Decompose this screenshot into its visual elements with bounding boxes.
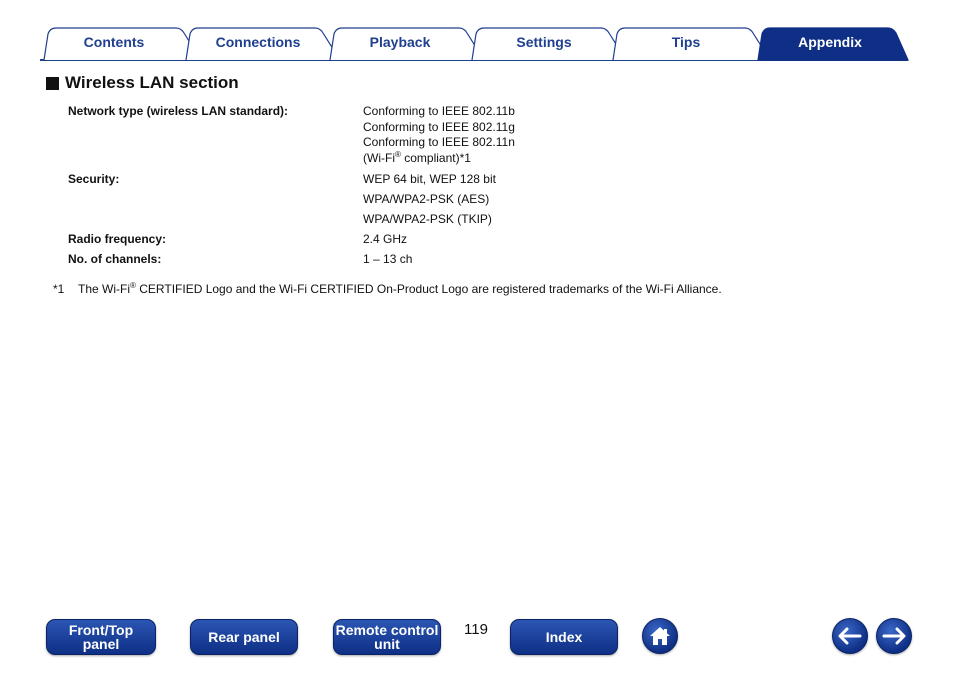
arrow-left-icon	[838, 627, 862, 645]
tab-playback[interactable]: Playback	[348, 33, 452, 51]
page-number: 119	[464, 621, 488, 638]
home-icon	[650, 627, 670, 645]
wifi-suffix: compliant)	[400, 151, 460, 165]
wifi-prefix: (Wi-Fi	[363, 151, 395, 165]
home-button[interactable]	[642, 618, 678, 654]
footnote-ref: *1	[459, 151, 471, 165]
forward-button[interactable]	[876, 618, 912, 654]
rear-panel-button[interactable]: Rear panel	[190, 619, 298, 655]
spec-value: WEP 64 bit, WEP 128 bit	[363, 172, 496, 186]
footnote: *1 The Wi-Fi® CERTIFIED Logo and the Wi-F…	[53, 282, 722, 297]
spec-value: WPA/WPA2-PSK (TKIP)	[363, 212, 492, 226]
remote-control-unit-button[interactable]: Remote control unit	[333, 619, 441, 655]
button-label-line1: Remote control	[335, 622, 439, 638]
tab-contents[interactable]: Contents	[64, 33, 164, 51]
spec-value: Conforming to IEEE 802.11g	[363, 120, 515, 134]
spec-value: Conforming to IEEE 802.11b	[363, 104, 515, 118]
tab-appendix[interactable]: Appendix	[780, 33, 880, 51]
section-heading: Wireless LAN section	[46, 73, 239, 93]
footnote-mark: *1	[53, 282, 65, 296]
spec-value: 2.4 GHz	[363, 232, 408, 246]
button-label-line2: panel	[82, 636, 120, 652]
tab-connections[interactable]: Connections	[202, 33, 314, 51]
front-top-panel-button[interactable]: Front/Top panel	[46, 619, 156, 655]
button-label-line2: unit	[374, 636, 400, 652]
section-title: Wireless LAN section	[65, 73, 239, 92]
spec-value: WPA/WPA2-PSK (AES)	[363, 192, 490, 206]
tab-settings[interactable]: Settings	[492, 33, 596, 51]
index-button[interactable]: Index	[510, 619, 618, 655]
footnote-prefix: The Wi-Fi	[78, 282, 130, 296]
top-tab-bar: Contents Connections Playback Settings T…	[0, 0, 954, 64]
spec-label-radio-frequency: Radio frequency:	[68, 232, 167, 246]
spec-value: 1 – 13 ch	[363, 252, 413, 266]
tab-tips[interactable]: Tips	[636, 33, 736, 51]
square-bullet-icon	[46, 76, 59, 90]
back-button[interactable]	[832, 618, 868, 654]
tab-shapes	[40, 27, 909, 61]
spec-value: Conforming to IEEE 802.11n	[363, 135, 515, 149]
button-label: Index	[545, 629, 583, 645]
footnote-text: CERTIFIED Logo and the Wi-Fi CERTIFIED O…	[135, 282, 722, 296]
button-label: Rear panel	[208, 629, 280, 645]
button-label-line1: Front/Top	[68, 622, 134, 638]
spec-label-network-type: Network type (wireless LAN standard):	[68, 104, 289, 118]
spec-label-security: Security:	[68, 172, 120, 186]
arrow-right-icon	[882, 627, 906, 645]
spec-value-wifi-compliant: (Wi-Fi® compliant)*1	[363, 151, 471, 166]
spec-label-channels: No. of channels:	[68, 252, 162, 266]
